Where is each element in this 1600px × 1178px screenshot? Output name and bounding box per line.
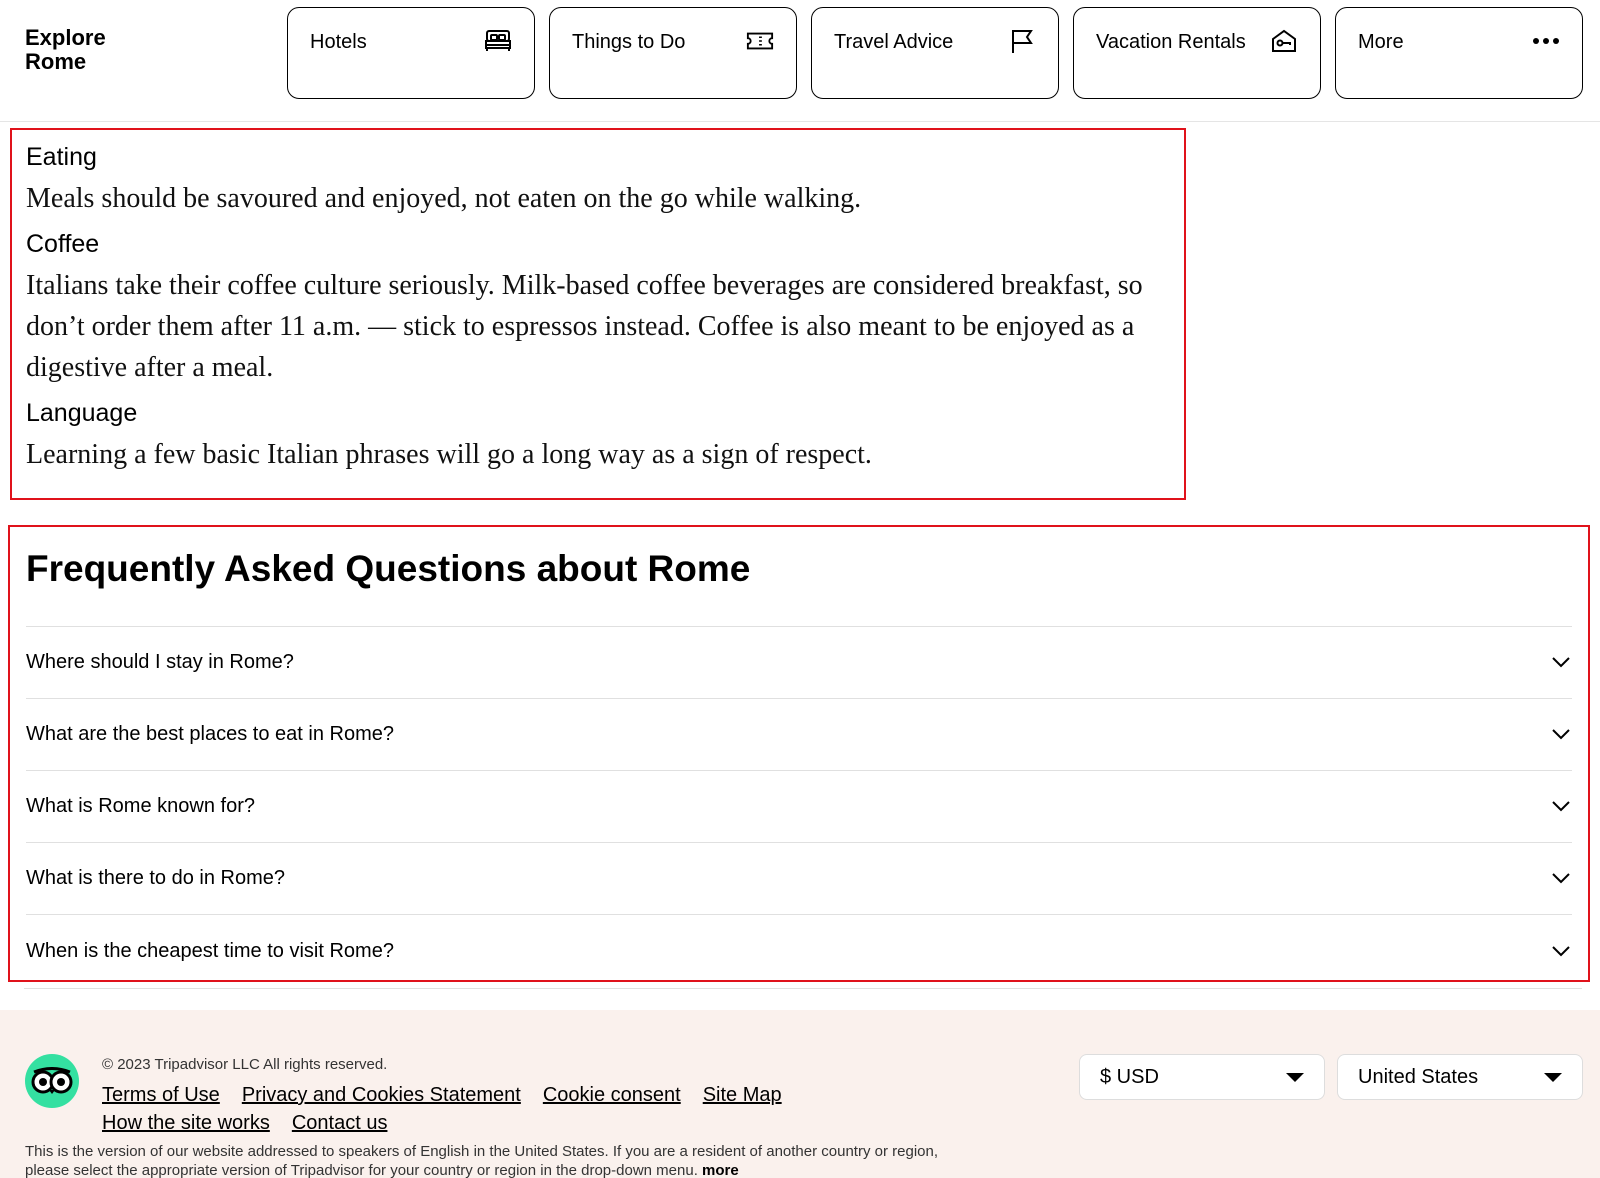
nav-card-hotels[interactable]: Hotels: [287, 7, 535, 99]
region-disclaimer: This is the version of our website addre…: [25, 1142, 1055, 1178]
flag-icon: [1008, 28, 1036, 54]
faq-question: When is the cheapest time to visit Rome?: [26, 939, 394, 962]
nav-cards: Hotels Things to Do Travel Advice Vacati…: [287, 7, 1583, 99]
currency-value: $ USD: [1100, 1065, 1159, 1088]
nav-label: Vacation Rentals: [1096, 31, 1246, 53]
site-map-link[interactable]: Site Map: [703, 1082, 782, 1108]
faq-question: Where should I stay in Rome?: [26, 651, 294, 673]
disclaimer-more-link[interactable]: more: [702, 1162, 739, 1178]
chevron-down-icon: [1550, 724, 1572, 746]
etiquette-text: Italians take their coffee culture serio…: [26, 270, 1143, 383]
disclaimer-line-1: This is the version of our website addre…: [25, 1143, 939, 1160]
terms-of-use-link[interactable]: Terms of Use: [102, 1082, 220, 1108]
footer: © 2023 Tripadvisor LLC All rights reserv…: [0, 1010, 1600, 1178]
faq-section: Frequently Asked Questions about Rome Wh…: [8, 525, 1590, 982]
nav-card-vacation-rentals[interactable]: Vacation Rentals: [1073, 7, 1321, 99]
etiquette-eating: Eating Meals should be savoured and enjo…: [26, 142, 1170, 219]
footer-links: Terms of Use Privacy and Cookies Stateme…: [102, 1082, 882, 1136]
disclaimer-line-2: please select the appropriate version of…: [25, 1161, 1055, 1178]
faq-item[interactable]: When is the cheapest time to visit Rome?: [26, 915, 1572, 987]
disclaimer-line-2-text: please select the appropriate version of…: [25, 1162, 698, 1178]
faq-question: What are the best places to eat in Rome?: [26, 723, 394, 745]
etiquette-text: Learning a few basic Italian phrases wil…: [26, 439, 872, 470]
top-navigation: Explore Rome Hotels Things to Do Travel …: [0, 0, 1600, 122]
currency-select[interactable]: $ USD: [1079, 1054, 1325, 1100]
faq-item[interactable]: What is there to do in Rome?: [26, 843, 1572, 915]
house-key-icon: [1270, 28, 1298, 54]
faq-item[interactable]: What are the best places to eat in Rome?: [26, 699, 1572, 771]
nav-card-travel-advice[interactable]: Travel Advice: [811, 7, 1059, 99]
etiquette-heading: Eating: [26, 143, 97, 171]
etiquette-coffee: Coffee Italians take their coffee cultur…: [26, 229, 1170, 388]
nav-label: Travel Advice: [834, 31, 954, 53]
faq-item[interactable]: Where should I stay in Rome?: [26, 627, 1572, 699]
etiquette-heading: Coffee: [26, 230, 100, 258]
faq-bottom-divider: [24, 988, 1582, 989]
copyright-text: © 2023 Tripadvisor LLC All rights reserv…: [102, 1056, 388, 1073]
country-value: United States: [1358, 1065, 1479, 1088]
brand-line-2: Rome: [25, 49, 87, 74]
cookie-consent-link[interactable]: Cookie consent: [543, 1082, 681, 1108]
faq-list: Where should I stay in Rome? What are th…: [26, 626, 1572, 987]
chevron-down-icon: [1550, 652, 1572, 674]
etiquette-language: Language Learning a few basic Italian ph…: [26, 398, 1170, 475]
country-select[interactable]: United States: [1337, 1054, 1583, 1100]
tripadvisor-owl-logo-icon[interactable]: [25, 1054, 79, 1108]
caret-down-icon: [1544, 1072, 1562, 1082]
chevron-down-icon: [1550, 868, 1572, 890]
brand-line-1: Explore: [25, 25, 106, 50]
how-site-works-link[interactable]: How the site works: [102, 1110, 270, 1136]
nav-label: More: [1358, 31, 1404, 53]
ticket-icon: [746, 28, 774, 54]
etiquette-heading: Language: [26, 399, 138, 427]
caret-down-icon: [1286, 1072, 1304, 1082]
more-dots-icon: [1532, 28, 1560, 54]
faq-question: What is Rome known for?: [26, 795, 255, 817]
explore-rome-title[interactable]: Explore Rome: [25, 26, 106, 74]
nav-label: Hotels: [310, 31, 367, 53]
nav-card-more[interactable]: More: [1335, 7, 1583, 99]
nav-card-things-to-do[interactable]: Things to Do: [549, 7, 797, 99]
faq-item[interactable]: What is Rome known for?: [26, 771, 1572, 843]
privacy-cookies-link[interactable]: Privacy and Cookies Statement: [242, 1082, 521, 1108]
etiquette-section: Eating Meals should be savoured and enjo…: [10, 128, 1186, 500]
bed-icon: [484, 28, 512, 54]
contact-us-link[interactable]: Contact us: [292, 1110, 388, 1136]
chevron-down-icon: [1550, 796, 1572, 818]
faq-question: What is there to do in Rome?: [26, 867, 286, 889]
faq-title: Frequently Asked Questions about Rome: [26, 548, 751, 589]
etiquette-text: Meals should be savoured and enjoyed, no…: [26, 183, 862, 214]
chevron-down-icon: [1550, 940, 1572, 962]
nav-label: Things to Do: [572, 31, 686, 53]
